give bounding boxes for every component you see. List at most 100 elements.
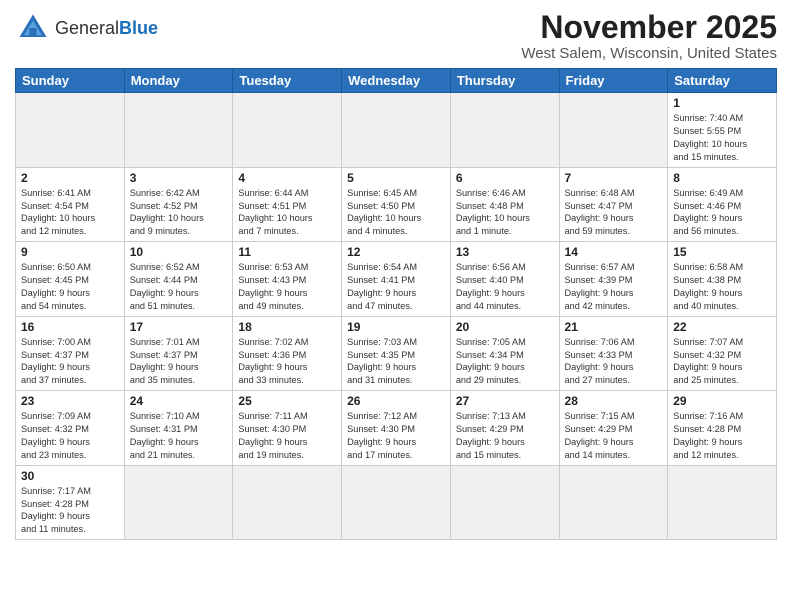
table-row: 13Sunrise: 6:56 AM Sunset: 4:40 PM Dayli…: [450, 242, 559, 317]
day-number: 28: [565, 394, 663, 408]
cell-info: Sunrise: 6:50 AM Sunset: 4:45 PM Dayligh…: [21, 261, 119, 313]
logo-text: GeneralBlue: [55, 19, 158, 37]
day-number: 15: [673, 245, 771, 259]
day-number: 22: [673, 320, 771, 334]
table-row: 25 Sunrise: 7:11 AM Sunset: 4:30 PM Dayli…: [233, 391, 342, 466]
cell-info: Sunrise: 7:06 AM Sunset: 4:33 PM Dayligh…: [565, 336, 663, 388]
table-row: 11 Sunrise: 6:53 AM Sunset: 4:43 PM Dayli…: [233, 242, 342, 317]
table-row: 12 Sunrise: 6:54 AM Sunset: 4:41 PM Dayli…: [342, 242, 451, 317]
day-number: 26: [347, 394, 445, 408]
cell-info: Sunrise: 7:13 AM Sunset: 4:29 PM Dayligh…: [456, 410, 554, 462]
table-row: 30 Sunrise: 7:17 AM Sunset: 4:28 PM Dayli…: [16, 465, 125, 540]
logo-blue: Blue: [119, 18, 158, 38]
page: GeneralBlue November 2025 West Salem, Wi…: [0, 0, 792, 550]
cell-info: Sunrise: 7:10 AM Sunset: 4:31 PM Dayligh…: [130, 410, 228, 462]
calendar: Sunday Monday Tuesday Wednesday Thursday…: [15, 68, 777, 540]
table-row: [450, 93, 559, 168]
day-number: 23: [21, 394, 119, 408]
table-row: 15 Sunrise: 6:58 AM Sunset: 4:38 PM Dayli…: [668, 242, 777, 317]
col-monday: Monday: [124, 69, 233, 93]
table-row: 17 Sunrise: 7:01 AM Sunset: 4:37 PM Dayli…: [124, 316, 233, 391]
table-row: 22Sunrise: 7:07 AM Sunset: 4:32 PM Dayli…: [668, 316, 777, 391]
day-number: 10: [130, 245, 228, 259]
table-row: 10Sunrise: 6:52 AM Sunset: 4:44 PM Dayli…: [124, 242, 233, 317]
day-number: 25: [238, 394, 336, 408]
day-number: 17: [130, 320, 228, 334]
day-number: 29: [673, 394, 771, 408]
table-row: [559, 465, 668, 540]
cell-info: Sunrise: 6:49 AM Sunset: 4:46 PM Dayligh…: [673, 187, 771, 239]
day-number: 4: [238, 171, 336, 185]
table-row: 21Sunrise: 7:06 AM Sunset: 4:33 PM Dayli…: [559, 316, 668, 391]
table-row: 5 Sunrise: 6:45 AM Sunset: 4:50 PM Daylig…: [342, 167, 451, 242]
cell-info: Sunrise: 6:58 AM Sunset: 4:38 PM Dayligh…: [673, 261, 771, 313]
cell-info: Sunrise: 6:53 AM Sunset: 4:43 PM Dayligh…: [238, 261, 336, 313]
cell-info: Sunrise: 6:45 AM Sunset: 4:50 PM Dayligh…: [347, 187, 445, 239]
col-sunday: Sunday: [16, 69, 125, 93]
table-row: 26 Sunrise: 7:12 AM Sunset: 4:30 PM Dayli…: [342, 391, 451, 466]
cell-info: Sunrise: 7:09 AM Sunset: 4:32 PM Dayligh…: [21, 410, 119, 462]
cell-info: Sunrise: 7:12 AM Sunset: 4:30 PM Dayligh…: [347, 410, 445, 462]
day-number: 24: [130, 394, 228, 408]
table-row: 18 Sunrise: 7:02 AM Sunset: 4:36 PM Dayli…: [233, 316, 342, 391]
table-row: 16 Sunrise: 7:00 AM Sunset: 4:37 PM Dayli…: [16, 316, 125, 391]
cell-info: Sunrise: 7:11 AM Sunset: 4:30 PM Dayligh…: [238, 410, 336, 462]
logo-icon: [15, 10, 51, 46]
day-number: 6: [456, 171, 554, 185]
table-row: 6 Sunrise: 6:46 AM Sunset: 4:48 PM Daylig…: [450, 167, 559, 242]
day-number: 12: [347, 245, 445, 259]
table-row: [233, 465, 342, 540]
day-number: 13: [456, 245, 554, 259]
cell-info: Sunrise: 7:01 AM Sunset: 4:37 PM Dayligh…: [130, 336, 228, 388]
table-row: [124, 465, 233, 540]
day-number: 11: [238, 245, 336, 259]
header: GeneralBlue November 2025 West Salem, Wi…: [15, 10, 777, 62]
cell-info: Sunrise: 7:40 AM Sunset: 5:55 PM Dayligh…: [673, 112, 771, 164]
day-number: 9: [21, 245, 119, 259]
cell-info: Sunrise: 7:00 AM Sunset: 4:37 PM Dayligh…: [21, 336, 119, 388]
day-number: 16: [21, 320, 119, 334]
table-row: 20 Sunrise: 7:05 AM Sunset: 4:34 PM Dayli…: [450, 316, 559, 391]
cell-info: Sunrise: 7:02 AM Sunset: 4:36 PM Dayligh…: [238, 336, 336, 388]
table-row: [450, 465, 559, 540]
cell-info: Sunrise: 7:17 AM Sunset: 4:28 PM Dayligh…: [21, 485, 119, 537]
day-number: 27: [456, 394, 554, 408]
cell-info: Sunrise: 6:57 AM Sunset: 4:39 PM Dayligh…: [565, 261, 663, 313]
table-row: 23 Sunrise: 7:09 AM Sunset: 4:32 PM Dayli…: [16, 391, 125, 466]
col-saturday: Saturday: [668, 69, 777, 93]
day-number: 1: [673, 96, 771, 110]
day-number: 19: [347, 320, 445, 334]
cell-info: Sunrise: 7:15 AM Sunset: 4:29 PM Dayligh…: [565, 410, 663, 462]
cell-info: Sunrise: 7:05 AM Sunset: 4:34 PM Dayligh…: [456, 336, 554, 388]
cell-info: Sunrise: 6:54 AM Sunset: 4:41 PM Dayligh…: [347, 261, 445, 313]
logo: GeneralBlue: [15, 10, 158, 46]
col-thursday: Thursday: [450, 69, 559, 93]
table-row: 3Sunrise: 6:42 AM Sunset: 4:52 PM Daylig…: [124, 167, 233, 242]
day-number: 18: [238, 320, 336, 334]
month-title: November 2025: [521, 10, 777, 45]
cell-info: Sunrise: 7:16 AM Sunset: 4:28 PM Dayligh…: [673, 410, 771, 462]
cell-info: Sunrise: 6:41 AM Sunset: 4:54 PM Dayligh…: [21, 187, 119, 239]
cell-info: Sunrise: 7:03 AM Sunset: 4:35 PM Dayligh…: [347, 336, 445, 388]
cell-info: Sunrise: 6:46 AM Sunset: 4:48 PM Dayligh…: [456, 187, 554, 239]
title-block: November 2025 West Salem, Wisconsin, Uni…: [521, 10, 777, 62]
table-row: 9 Sunrise: 6:50 AM Sunset: 4:45 PM Daylig…: [16, 242, 125, 317]
cell-info: Sunrise: 6:42 AM Sunset: 4:52 PM Dayligh…: [130, 187, 228, 239]
table-row: 14Sunrise: 6:57 AM Sunset: 4:39 PM Dayli…: [559, 242, 668, 317]
day-number: 30: [21, 469, 119, 483]
table-row: 1 Sunrise: 7:40 AM Sunset: 5:55 PM Daylig…: [668, 93, 777, 168]
day-number: 2: [21, 171, 119, 185]
day-number: 8: [673, 171, 771, 185]
col-tuesday: Tuesday: [233, 69, 342, 93]
logo-general: General: [55, 18, 119, 38]
table-row: [124, 93, 233, 168]
table-row: 28 Sunrise: 7:15 AM Sunset: 4:29 PM Dayli…: [559, 391, 668, 466]
table-row: 2 Sunrise: 6:41 AM Sunset: 4:54 PM Daylig…: [16, 167, 125, 242]
cell-info: Sunrise: 6:48 AM Sunset: 4:47 PM Dayligh…: [565, 187, 663, 239]
day-number: 5: [347, 171, 445, 185]
table-row: [668, 465, 777, 540]
table-row: [559, 93, 668, 168]
day-number: 20: [456, 320, 554, 334]
cell-info: Sunrise: 6:44 AM Sunset: 4:51 PM Dayligh…: [238, 187, 336, 239]
table-row: [342, 465, 451, 540]
